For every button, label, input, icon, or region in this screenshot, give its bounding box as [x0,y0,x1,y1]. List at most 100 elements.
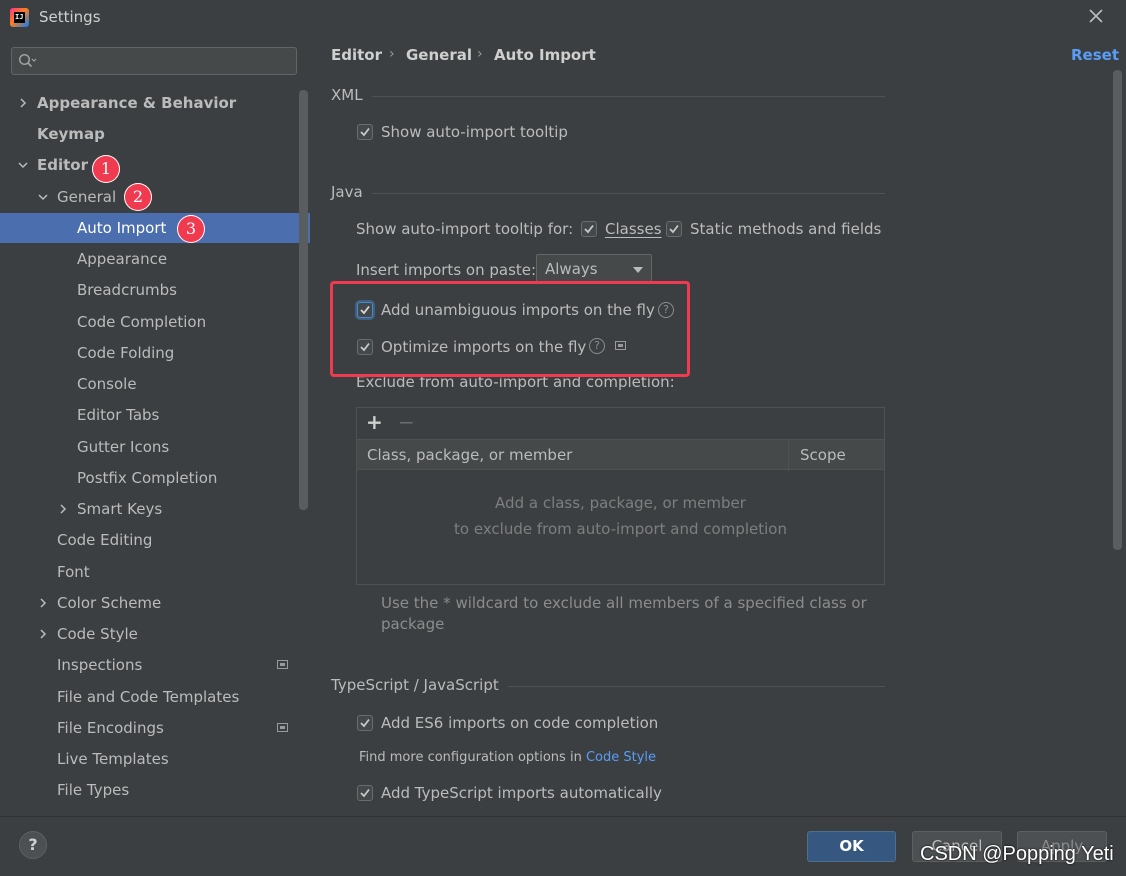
sidebar-item-font[interactable]: Font [0,557,310,587]
checkmark-icon [584,224,594,234]
checkmark-icon [669,224,679,234]
sidebar-item-label: File Types [57,781,130,799]
sidebar-item-inspections[interactable]: Inspections [0,650,310,680]
es6-imports-label[interactable]: Add ES6 imports on code completion [381,714,658,732]
column-header-class[interactable]: Class, package, or member [367,446,572,464]
annotation-badge-1: 1 [92,155,120,183]
sidebar-scrollbar[interactable] [299,90,308,510]
insert-on-paste-value: Always [545,260,598,278]
insert-on-paste-select[interactable]: Always [536,254,652,284]
section-divider [372,193,885,194]
sidebar-item-label: Inspections [57,656,143,674]
sidebar-item-file-types[interactable]: File Types [0,775,310,805]
checkmark-icon [360,788,370,798]
show-auto-import-tooltip-xml-checkbox[interactable] [357,124,373,140]
search-icon [18,53,37,68]
sidebar-item-live-templates[interactable]: Live Templates [0,744,310,774]
close-icon[interactable] [1085,6,1107,28]
more-options-prefix: Find more configuration options in [359,750,582,765]
tooltip-for-label: Show auto-import tooltip for: [356,220,574,238]
section-title-xml: XML [331,86,363,104]
annotation-badge-2: 2 [124,183,152,211]
table-header: Class, package, or member Scope [357,439,884,471]
chevron-right-icon [40,629,47,639]
sidebar-item-appearance-behavior[interactable]: Appearance & Behavior [0,88,310,118]
column-header-scope[interactable]: Scope [800,446,846,464]
ok-button[interactable]: OK [807,831,896,862]
sidebar-item-label: Breadcrumbs [77,281,177,299]
project-scope-icon [277,723,288,732]
typescript-imports-checkbox[interactable] [357,785,373,801]
es6-imports-checkbox[interactable] [357,715,373,731]
sidebar-item-keymap[interactable]: Keymap [0,119,310,149]
intellij-app-icon: IJ [10,8,29,27]
sidebar-item-editor-tabs[interactable]: Editor Tabs [0,400,310,430]
sidebar-item-file-encodings[interactable]: File Encodings [0,713,310,743]
breadcrumb-separator: › [389,46,395,62]
sidebar-item-file-code-templates[interactable]: File and Code Templates [0,682,310,712]
exclude-table: + − Class, package, or member Scope Add … [356,407,885,585]
sidebar-item-label: Appearance [77,250,168,268]
section-divider [372,96,885,97]
sidebar-item-code-folding[interactable]: Code Folding [0,338,310,368]
code-style-link[interactable]: Code Style [586,750,656,765]
reset-link[interactable]: Reset [1071,46,1119,64]
checkmark-icon [360,127,370,137]
sidebar-item-label: Smart Keys [77,500,163,518]
settings-search-input[interactable] [11,47,297,75]
section-title-java: Java [331,183,363,201]
sidebar-item-label: Editor [37,156,88,174]
sidebar-item-label: Live Templates [57,750,169,768]
watermark-text: CSDN @Popping Yeti [920,843,1114,865]
sidebar-item-label: Code Editing [57,531,153,549]
sidebar-item-editor[interactable]: Editor [0,150,310,180]
static-methods-label[interactable]: Static methods and fields [690,220,881,238]
column-divider [788,440,789,471]
show-auto-import-tooltip-xml-label[interactable]: Show auto-import tooltip [381,123,568,141]
breadcrumb-editor[interactable]: Editor [331,46,382,64]
sidebar-item-general[interactable]: General [0,182,310,212]
sidebar-item-label: Appearance & Behavior [37,94,237,112]
breadcrumb-auto-import: Auto Import [494,46,596,64]
sidebar-item-label: Editor Tabs [77,406,160,424]
sidebar-item-label: Code Completion [77,313,207,331]
help-button[interactable]: ? [19,831,47,859]
static-methods-checkbox[interactable] [666,221,682,237]
sidebar-item-color-scheme[interactable]: Color Scheme [0,588,310,618]
wildcard-hint-text: Use the * wildcard to exclude all member… [381,594,867,612]
classes-checkbox[interactable] [581,221,597,237]
typescript-imports-label[interactable]: Add TypeScript imports automatically [381,784,662,802]
sidebar-item-auto-import[interactable]: Auto Import [0,213,310,243]
sidebar-item-gutter-icons[interactable]: Gutter Icons [0,432,310,462]
insert-on-paste-label: Insert imports on paste: [356,261,537,279]
more-options-text: Find more configuration options in Code … [359,750,656,765]
empty-table-text: to exclude from auto-import and completi… [454,520,787,538]
sidebar-item-code-editing[interactable]: Code Editing [0,525,310,555]
chevron-right-icon [40,598,47,608]
project-scope-icon [277,660,288,669]
wildcard-hint-text: package [381,615,445,633]
empty-table-text: Add a class, package, or member [495,494,746,512]
breadcrumb-general[interactable]: General [406,46,472,64]
table-toolbar: + − [357,408,884,439]
add-icon[interactable]: + [366,410,383,434]
sidebar-item-breadcrumbs[interactable]: Breadcrumbs [0,275,310,305]
classes-label[interactable]: Classes [605,220,662,238]
sidebar-item-label: General [57,188,117,206]
sidebar-item-postfix-completion[interactable]: Postfix Completion [0,463,310,493]
content-scrollbar[interactable] [1113,70,1122,550]
remove-icon[interactable]: − [398,410,415,434]
sidebar-item-label: Gutter Icons [77,438,170,456]
chevron-down-icon [18,162,28,169]
sidebar-item-label: File and Code Templates [57,688,240,706]
chevron-right-icon [20,98,27,108]
section-divider [508,686,885,687]
sidebar-item-smart-keys[interactable]: Smart Keys [0,494,310,524]
sidebar-item-code-completion[interactable]: Code Completion [0,307,310,337]
sidebar-item-console[interactable]: Console [0,369,310,399]
title-bar: IJ Settings [0,0,1126,36]
sidebar-item-label: Font [57,563,90,581]
sidebar-item-code-style[interactable]: Code Style [0,619,310,649]
sidebar-item-appearance[interactable]: Appearance [0,244,310,274]
breadcrumb-separator: › [477,46,483,62]
